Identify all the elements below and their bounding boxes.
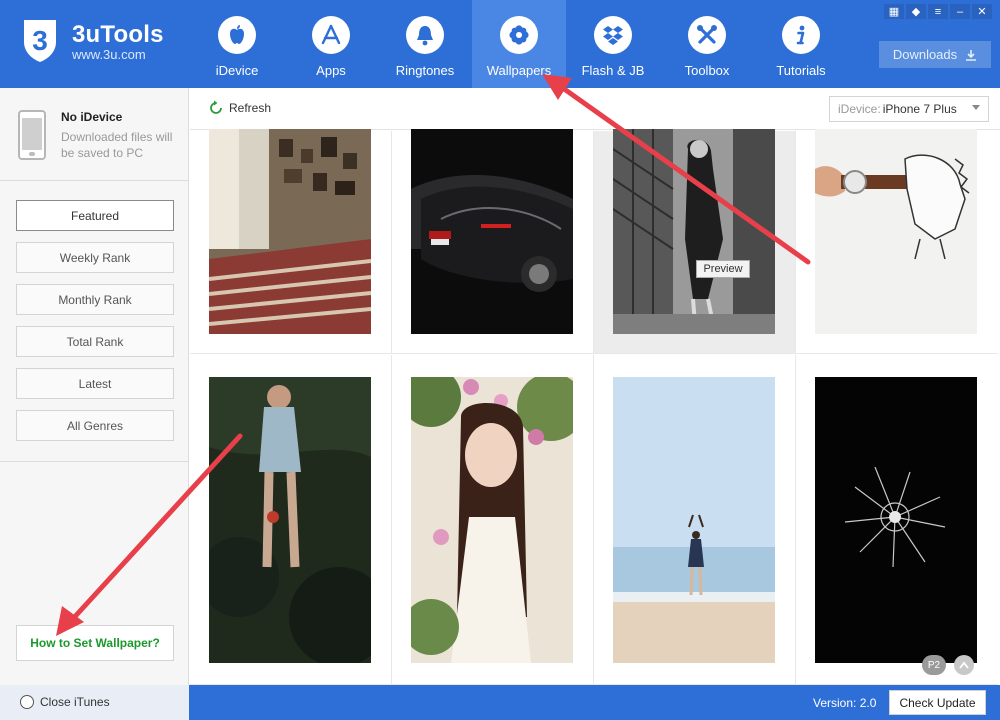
wallpaper-image-bedroom xyxy=(209,129,371,334)
wallpaper-image-forest-girl xyxy=(209,377,371,663)
info-icon xyxy=(796,25,805,45)
wallpaper-thumbnail[interactable]: Preview xyxy=(594,129,796,354)
nav-label: iDevice xyxy=(215,63,259,78)
close-itunes-label: Close iTunes xyxy=(40,695,110,709)
device-select[interactable]: iDevice: iPhone 7 Plus xyxy=(829,96,989,122)
app-url: www.3u.com xyxy=(72,47,146,62)
nav-label: Ringtones xyxy=(395,63,455,78)
refresh-label: Refresh xyxy=(229,101,272,115)
category-featured[interactable]: Featured xyxy=(16,200,174,231)
wallpaper-image-beach xyxy=(613,377,775,663)
wallpaper-thumbnail[interactable] xyxy=(392,129,594,354)
category-monthly-rank[interactable]: Monthly Rank xyxy=(16,284,174,315)
device-name: No iDevice xyxy=(61,110,123,124)
menu-icon[interactable]: ≡ xyxy=(928,4,948,19)
how-to-set-wallpaper-button[interactable]: How to Set Wallpaper? xyxy=(16,625,174,661)
wallpaper-thumbnail[interactable] xyxy=(190,129,392,354)
wallpaper-grid: Preview xyxy=(190,129,1000,685)
nav-tutorials[interactable]: Tutorials xyxy=(754,0,848,88)
nav-ringtones[interactable]: Ringtones xyxy=(378,0,472,88)
minimize-icon[interactable]: – xyxy=(950,4,970,19)
close-itunes-toggle[interactable]: Close iTunes xyxy=(20,695,110,709)
skin-shirt-icon[interactable]: ◆ xyxy=(906,4,926,19)
wallpaper-thumbnail[interactable] xyxy=(392,355,594,685)
wallpaper-image-watch-dino xyxy=(815,129,977,334)
svg-text:3: 3 xyxy=(32,25,48,56)
nav-label: Apps xyxy=(316,63,346,78)
title-bar: 3 3uTools www.3u.com iDevice Apps Ringto… xyxy=(0,0,1000,88)
wallpaper-thumbnail[interactable] xyxy=(796,355,998,685)
apple-icon xyxy=(230,25,244,44)
category-weekly-rank[interactable]: Weekly Rank xyxy=(16,242,174,273)
tools-icon xyxy=(697,25,717,44)
version-label: Version: 2.0 xyxy=(813,696,877,710)
refresh-button[interactable]: Refresh xyxy=(208,100,271,116)
app-name: 3uTools xyxy=(72,21,164,48)
wallpaper-thumbnail[interactable] xyxy=(594,355,796,685)
nav-toolbox[interactable]: Toolbox xyxy=(660,0,754,88)
nav-wallpapers[interactable]: Wallpapers xyxy=(472,0,566,88)
check-update-button[interactable]: Check Update xyxy=(889,690,986,715)
nav-apps[interactable]: Apps xyxy=(284,0,378,88)
wallpaper-image-car xyxy=(411,129,573,334)
device-select-label: iDevice: xyxy=(838,102,881,116)
phone-icon xyxy=(18,110,46,160)
category-latest[interactable]: Latest xyxy=(16,368,174,399)
nav-label: Tutorials xyxy=(776,63,826,78)
downloads-label: Downloads xyxy=(892,47,958,62)
close-icon[interactable]: ✕ xyxy=(972,4,992,19)
content-toolbar: Refresh iDevice: iPhone 7 Plus xyxy=(190,88,1000,130)
status-bar-left: Close iTunes xyxy=(0,685,189,720)
nav-flash-jb[interactable]: Flash & JB xyxy=(566,0,660,88)
nav-idevice[interactable]: iDevice xyxy=(190,0,284,88)
category-total-rank[interactable]: Total Rank xyxy=(16,326,174,357)
nav-label: Flash & JB xyxy=(581,63,645,78)
flower-icon xyxy=(509,25,529,45)
scroll-to-top-button[interactable] xyxy=(954,655,974,675)
nav-label: Toolbox xyxy=(684,63,730,78)
dropbox-icon xyxy=(603,26,623,45)
refresh-icon xyxy=(210,100,222,114)
main-nav: iDevice Apps Ringtones Wallpapers Flash … xyxy=(190,0,848,88)
radio-icon xyxy=(20,695,34,709)
downloads-button[interactable]: Downloads xyxy=(879,41,991,68)
wallpaper-image-flower-girl xyxy=(411,377,573,663)
device-description: Downloaded files will be saved to PC xyxy=(61,130,173,160)
wallpaper-thumbnail[interactable] xyxy=(190,355,392,685)
download-icon xyxy=(966,49,977,61)
device-select-value: iPhone 7 Plus xyxy=(882,102,957,116)
window-controls: ▦ ◆ ≡ – ✕ xyxy=(884,4,992,19)
preview-button[interactable]: Preview xyxy=(696,260,750,278)
status-bar: Close iTunes Version: 2.0 Check Update xyxy=(0,685,1000,720)
chevron-down-icon xyxy=(972,105,980,110)
app-store-icon xyxy=(321,24,341,45)
wallpaper-image-bw-woman xyxy=(613,129,775,334)
category-all-genres[interactable]: All Genres xyxy=(16,410,174,441)
wallpaper-image-broken-glass xyxy=(815,377,977,663)
brand: 3uTools www.3u.com xyxy=(72,22,164,62)
page-badge[interactable]: P2 xyxy=(922,655,946,675)
settings-window-icon[interactable]: ▦ xyxy=(884,4,904,19)
chevron-up-icon xyxy=(959,661,969,669)
device-info: No iDevice Downloaded files will be save… xyxy=(0,88,189,181)
wallpaper-thumbnail[interactable] xyxy=(796,129,998,354)
nav-label: Wallpapers xyxy=(486,63,552,78)
bell-icon xyxy=(417,26,433,46)
category-list: Featured Weekly Rank Monthly Rank Total … xyxy=(0,181,189,462)
sidebar: No iDevice Downloaded files will be save… xyxy=(0,88,189,685)
3utools-logo: 3 xyxy=(24,20,56,62)
